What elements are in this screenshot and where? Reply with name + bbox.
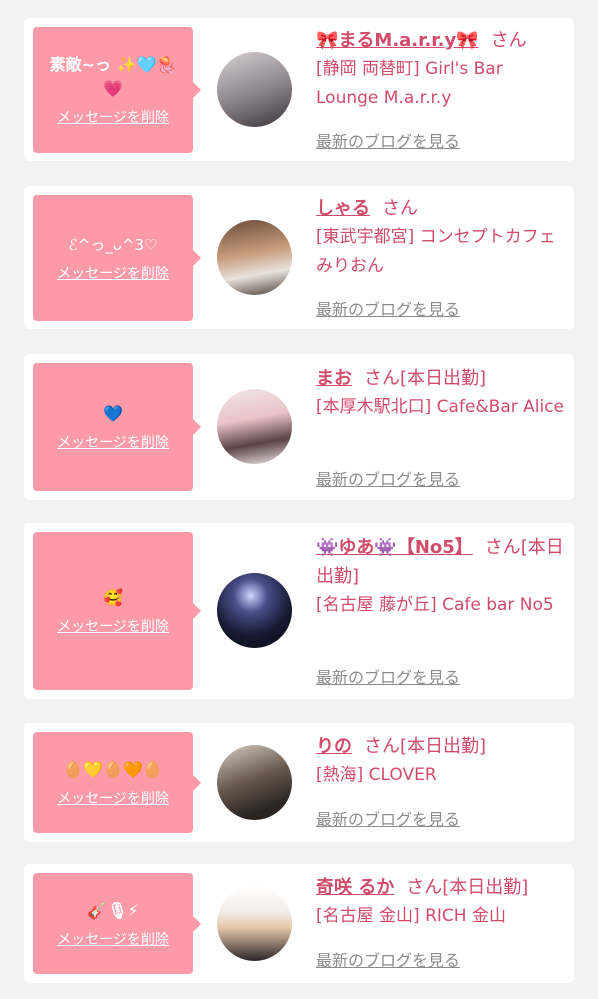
message-card: 🎸🎙⚡ メッセージを削除 奇咲 るか さん[本日出勤] [名古屋 金山] RICH… [24,864,574,983]
cast-name-link[interactable]: 👾ゆあ👾【No5】 [316,537,473,558]
message-bubble: 🎸🎙⚡ メッセージを削除 [33,873,201,974]
message-bubble: 素敵~っ ✨🩵🪼💗 メッセージを削除 [33,27,201,153]
cast-name-link[interactable]: 🎀まるM.a.r.r.y🎀 [316,30,479,51]
latest-blog-link[interactable]: 最新のブログを見る [316,466,460,490]
avatar[interactable] [217,886,292,961]
delete-message-link[interactable]: メッセージを削除 [57,616,169,636]
message-bubble: ℰ^っ_ᴗ^3♡ メッセージを削除 [33,195,201,321]
shop-info: [静岡 両替町] Girl's Bar Lounge M.a.r.r.y [316,59,503,108]
latest-blog-link[interactable]: 最新のブログを見る [316,947,460,971]
message-text: 素敵~っ ✨🩵🪼💗 [49,55,177,98]
message-bubble: 💙 メッセージを削除 [33,363,201,491]
message-card: 🥰 メッセージを削除 👾ゆあ👾【No5】 さん[本日出勤] [名古屋 藤が丘] C… [24,523,574,699]
message-card: ℰ^っ_ᴗ^3♡ メッセージを削除 しゃる さん [東武宇都宮] コンセプトカフェ… [24,186,574,329]
cast-name-link[interactable]: りの [316,736,352,757]
avatar[interactable] [217,573,292,648]
honorific: さん [382,198,418,219]
shop-info: [東武宇都宮] コンセプトカフェみりおん [316,227,556,276]
shop-info: [名古屋 金山] RICH 金山 [316,906,506,926]
avatar[interactable] [217,745,292,820]
shop-info: [名古屋 藤が丘] Cafe bar No5 [316,595,554,615]
cast-name-link[interactable]: 奇咲 るか [316,877,394,898]
delete-message-link[interactable]: メッセージを削除 [57,929,169,949]
latest-blog-link[interactable]: 最新のブログを見る [316,128,460,152]
honorific: さん[本日出勤] [364,736,487,757]
shop-info: [本厚木駅北口] Cafe&Bar Alice [316,397,565,417]
honorific: さん[本日出勤] [364,368,487,389]
delete-message-link[interactable]: メッセージを削除 [57,788,169,808]
delete-message-link[interactable]: メッセージを削除 [57,107,169,127]
honorific: さん[本日出勤] [406,877,529,898]
latest-blog-link[interactable]: 最新のブログを見る [316,664,460,688]
cast-name-link[interactable]: まお [316,368,352,389]
avatar[interactable] [217,389,292,464]
latest-blog-link[interactable]: 最新のブログを見る [316,806,460,830]
message-card: 🥚💛🥚🧡🥚 メッセージを削除 りの さん[本日出勤] [熱海] CLOVER 最新… [24,723,574,842]
message-text: 🥚💛🥚🧡🥚 [63,759,163,779]
shop-info: [熱海] CLOVER [316,765,437,785]
message-card: 素敵~っ ✨🩵🪼💗 メッセージを削除 🎀まるM.a.r.r.y🎀 さん [静岡 両… [24,18,574,161]
delete-message-link[interactable]: メッセージを削除 [57,432,169,452]
message-card: 💙 メッセージを削除 まお さん[本日出勤] [本厚木駅北口] Cafe&Bar … [24,354,574,500]
message-text: ℰ^っ_ᴗ^3♡ [68,236,158,254]
cast-name-link[interactable]: しゃる [316,198,370,219]
message-bubble: 🥰 メッセージを削除 [33,532,201,690]
message-bubble: 🥚💛🥚🧡🥚 メッセージを削除 [33,732,201,833]
message-text: 🎸🎙⚡ [87,900,139,920]
message-text: 🥰 [103,588,123,607]
message-text: 💙 [103,404,123,423]
avatar[interactable] [217,52,292,127]
delete-message-link[interactable]: メッセージを削除 [57,263,169,283]
avatar[interactable] [217,220,292,295]
honorific: さん [490,30,527,51]
latest-blog-link[interactable]: 最新のブログを見る [316,296,460,320]
